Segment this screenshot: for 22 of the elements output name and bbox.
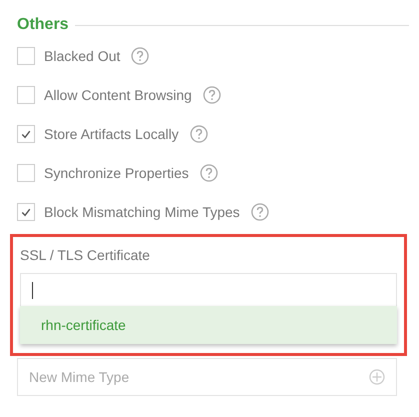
checkbox[interactable] (17, 46, 35, 64)
help-icon[interactable] (200, 164, 218, 182)
option-label: Blacked Out (44, 48, 120, 64)
option-label: Allow Content Browsing (44, 86, 192, 102)
option-label: Synchronize Properties (44, 164, 189, 180)
text-cursor (32, 282, 33, 299)
checkbox[interactable] (17, 202, 35, 220)
checkbox[interactable] (17, 164, 35, 182)
checkbox[interactable] (17, 86, 35, 104)
help-icon[interactable] (131, 46, 150, 64)
section-title: Others (17, 16, 69, 34)
field-label: SSL / TLS Certificate (20, 247, 151, 265)
option-label: Block Mismatching Mime Types (44, 204, 240, 220)
option-label: Store Artifacts Locally (44, 126, 179, 142)
certificate-input[interactable] (20, 273, 397, 308)
checkbox[interactable] (17, 124, 35, 142)
add-icon[interactable] (369, 369, 385, 385)
help-icon[interactable] (250, 202, 269, 220)
mime-type-field[interactable]: New Mime Type (17, 358, 397, 396)
help-icon[interactable] (190, 124, 208, 142)
suggestion-item[interactable]: rhn-certificate (20, 306, 397, 344)
help-icon[interactable] (202, 86, 221, 104)
